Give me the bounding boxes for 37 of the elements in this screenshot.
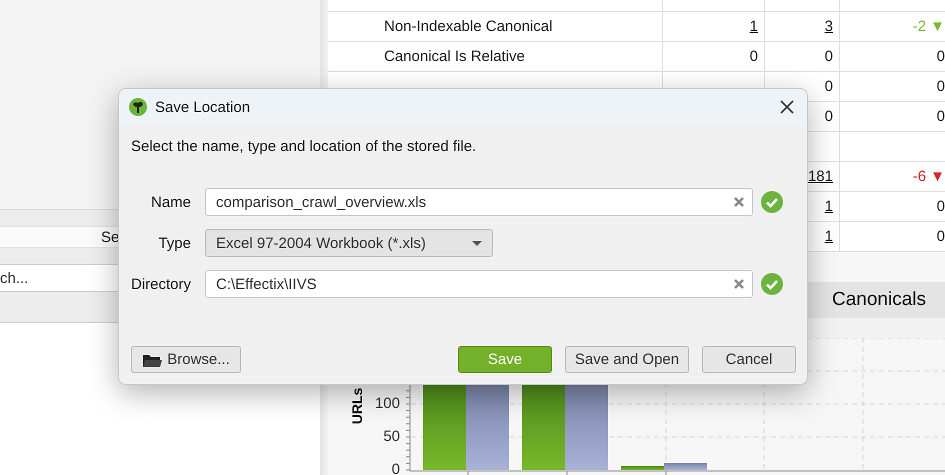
close-icon (779, 99, 795, 115)
axis-tick-label: 100 (374, 395, 400, 412)
change-value: -2 (912, 18, 926, 35)
axis-title: URLs (349, 388, 365, 424)
panel-title: Canonicals (832, 289, 926, 311)
table-cell-text: 0 (936, 47, 945, 67)
table-cell-text: 0 (936, 107, 945, 127)
input-field[interactable]: comparison_crawl_overview.xls (205, 188, 753, 216)
dialog-button[interactable]: Save and Open (565, 346, 689, 373)
change-value: -6 (912, 168, 926, 185)
row-label: Non-Indexable Canonical (384, 18, 552, 35)
field-label: Name (150, 194, 191, 210)
axis-tick-label: 50 (383, 428, 400, 445)
input-field[interactable]: C:\Effectix\IIVS (205, 270, 753, 298)
field-label: Directory (131, 276, 191, 292)
trend-arrow: ▼ (930, 168, 945, 185)
table-cell-text: 0 (936, 77, 945, 97)
count-link[interactable]: 1 (663, 12, 765, 41)
app-logo-icon (129, 98, 147, 116)
table-cell-text: 0 (936, 197, 945, 217)
trend-arrow: ▼ (930, 18, 945, 35)
browse-button[interactable]: Browse... (131, 346, 241, 373)
row-label: Canonical Is Relative (384, 48, 525, 65)
table-cell: 0 (663, 42, 765, 71)
field-label: Type (157, 234, 191, 252)
clear-icon[interactable] (733, 196, 745, 208)
type-dropdown[interactable]: Excel 97-2004 Workbook (*.xls) (205, 229, 493, 257)
description-text: Select the name, type and location of the stored file. (131, 137, 478, 157)
table-cell: 0 (765, 42, 840, 71)
bar-label: Se (101, 228, 120, 246)
clear-icon[interactable] (733, 278, 745, 290)
table-cell-text: 0 (936, 227, 945, 247)
count-link[interactable]: 3 (765, 12, 840, 41)
axis-tick-label: 0 (392, 461, 400, 475)
dialog-title: Save Location (155, 98, 250, 116)
dialog-button[interactable]: Cancel (702, 346, 796, 373)
caret-icon (472, 240, 482, 246)
